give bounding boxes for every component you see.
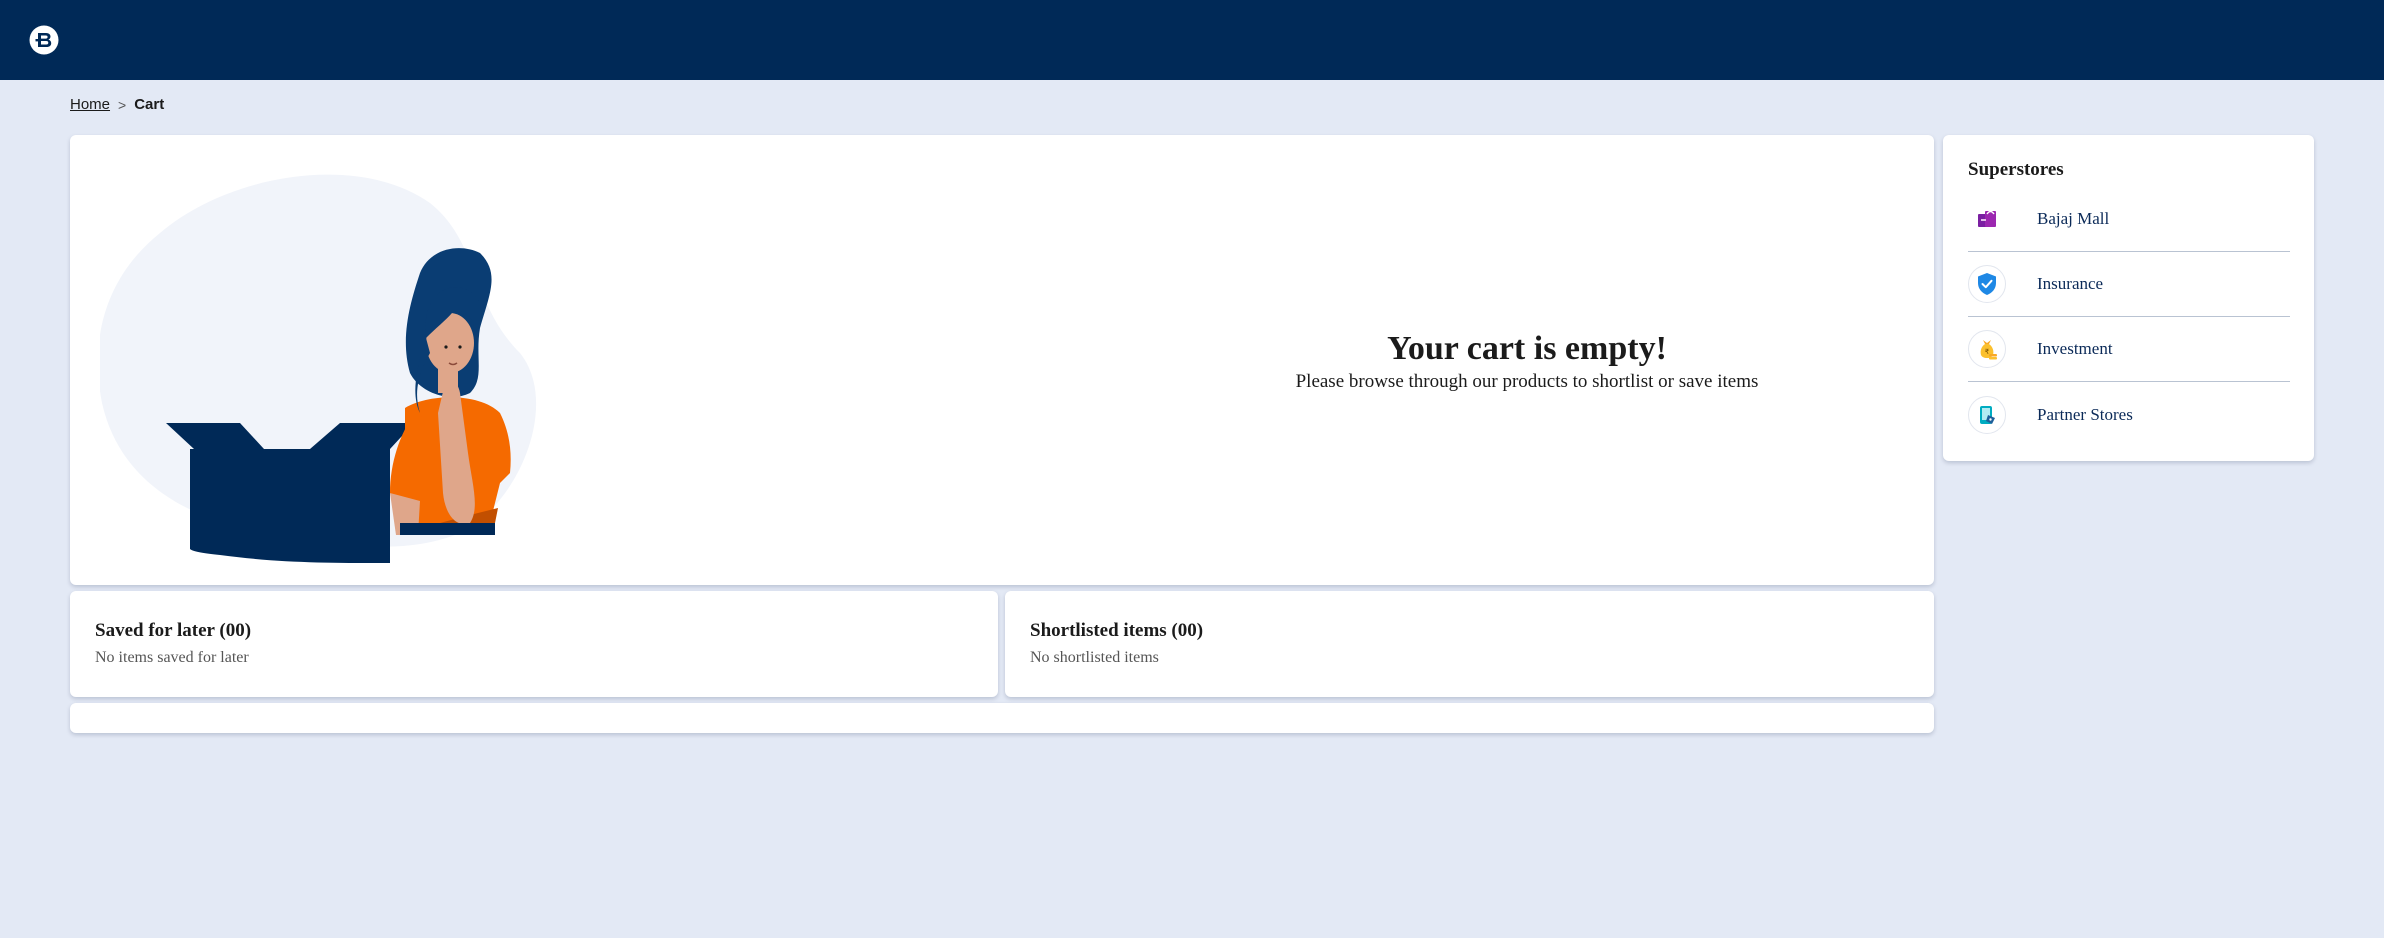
superstores-list: Bajaj Mall Insurance ₹ Investment Partne… bbox=[1968, 187, 2290, 447]
superstore-item-bajaj-mall[interactable]: Bajaj Mall bbox=[1968, 187, 2290, 252]
saved-for-later-card: Saved for later (00) No items saved for … bbox=[70, 591, 998, 697]
money-bag-icon: ₹ bbox=[1968, 330, 2006, 368]
superstore-label: Investment bbox=[2037, 339, 2113, 358]
breadcrumb-separator: > bbox=[118, 96, 127, 113]
top-navigation-bar bbox=[0, 0, 2384, 80]
superstore-item-investment[interactable]: ₹ Investment bbox=[1968, 317, 2290, 382]
shopping-bags-icon bbox=[1968, 200, 2006, 238]
superstore-label: Bajaj Mall bbox=[2037, 209, 2110, 228]
empty-content-card bbox=[70, 703, 1934, 733]
empty-cart-message: Your cart is empty! Please browse throug… bbox=[1207, 328, 1847, 394]
woman-with-empty-box-illustration bbox=[100, 174, 536, 563]
superstore-item-insurance[interactable]: Insurance bbox=[1968, 252, 2290, 317]
saved-for-later-title: Saved for later (00) bbox=[95, 620, 252, 641]
empty-cart-title: Your cart is empty! bbox=[1387, 330, 1667, 367]
empty-cart-card: Your cart is empty! Please browse throug… bbox=[70, 135, 1934, 585]
saved-for-later-message: No items saved for later bbox=[95, 649, 249, 666]
partner-store-icon bbox=[1968, 395, 2006, 434]
superstores-title: Superstores bbox=[1968, 159, 2064, 180]
superstore-label: Insurance bbox=[2037, 274, 2104, 293]
shield-check-icon bbox=[1968, 265, 2006, 303]
breadcrumb: Home > Cart bbox=[70, 96, 164, 113]
superstore-item-partner-stores[interactable]: Partner Stores bbox=[1968, 382, 2290, 447]
shortlisted-items-card: Shortlisted items (00) No shortlisted it… bbox=[1005, 591, 1934, 697]
superstores-panel: Superstores Bajaj Mall Insurance ₹ Inves… bbox=[1943, 135, 2314, 461]
bajaj-finserv-logo-icon[interactable] bbox=[29, 25, 59, 55]
svg-text:₹: ₹ bbox=[1985, 348, 1990, 356]
breadcrumb-current-page: Cart bbox=[134, 96, 165, 113]
breadcrumb-home-link[interactable]: Home bbox=[70, 96, 110, 113]
shortlisted-items-message: No shortlisted items bbox=[1030, 649, 1159, 666]
empty-cart-subtitle: Please browse through our products to sh… bbox=[1295, 371, 1759, 392]
superstore-label: Partner Stores bbox=[2037, 404, 2133, 424]
shortlisted-items-title: Shortlisted items (00) bbox=[1030, 620, 1204, 641]
